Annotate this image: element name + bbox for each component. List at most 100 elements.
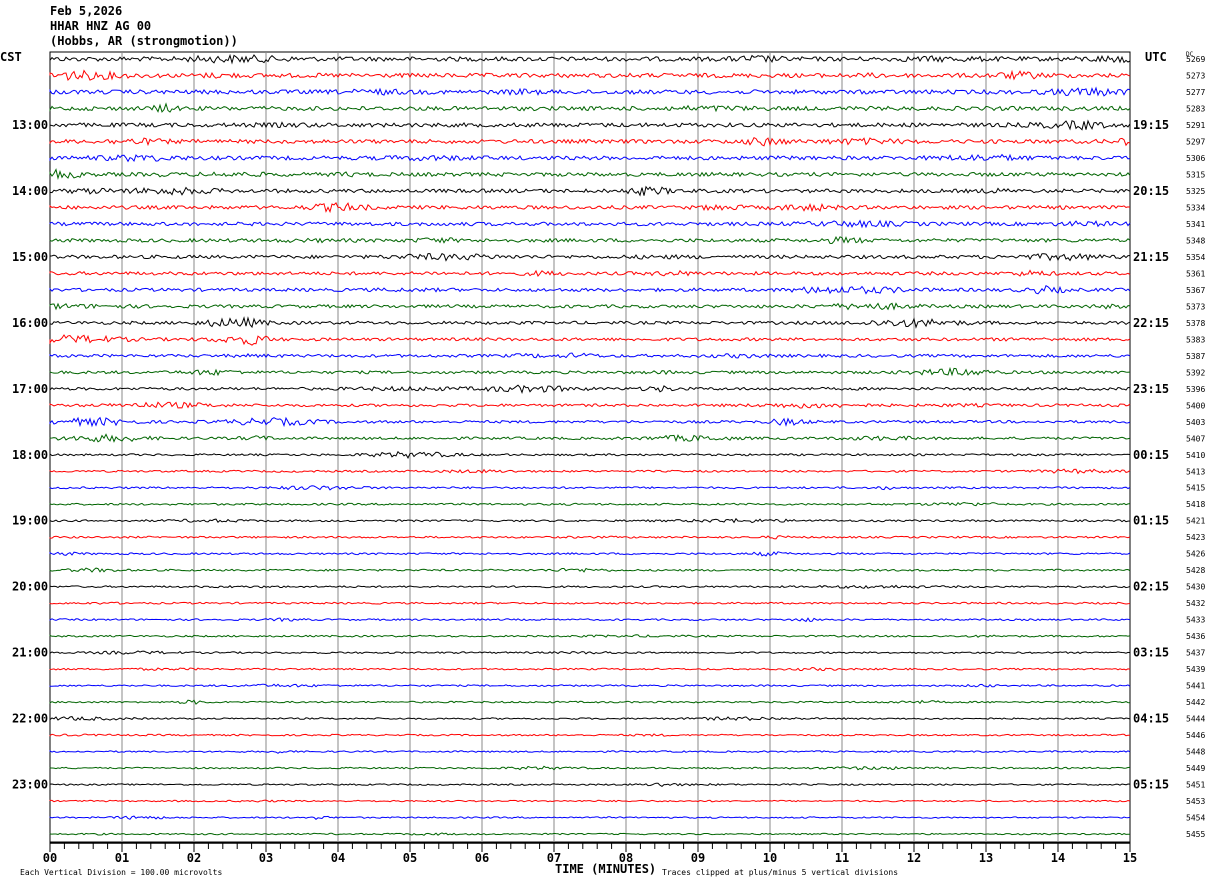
dc-offset-label: 5444 (1186, 715, 1205, 724)
trace-line (49, 352, 1131, 359)
x-tick-label: 09 (691, 851, 705, 865)
x-tick-label: 03 (259, 851, 273, 865)
dc-offset-label: 5418 (1186, 500, 1205, 509)
utc-hour-label: 03:15 (1133, 646, 1169, 660)
utc-hour-label: 21:15 (1133, 250, 1169, 264)
trace-line (49, 384, 1131, 395)
dc-offset-label: 5378 (1186, 319, 1205, 328)
trace-line (49, 716, 1131, 722)
trace-line (49, 683, 1131, 688)
dc-offset-label: 5423 (1186, 533, 1205, 542)
dc-offset-label: 5367 (1186, 286, 1205, 295)
dc-offset-label: 5400 (1186, 401, 1205, 410)
trace-line (49, 567, 1131, 573)
cst-hour-label: 14:00 (12, 184, 48, 198)
trace-line (49, 416, 1131, 428)
trace-line (49, 119, 1131, 131)
trace-line (49, 334, 1131, 346)
trace-line (49, 799, 1131, 803)
dc-label: DC (1186, 51, 1194, 58)
trace-line (49, 832, 1130, 836)
dc-offset-label: 5441 (1186, 682, 1205, 691)
trace-line (49, 749, 1131, 754)
trace-line (49, 733, 1130, 737)
dc-offset-label: 5273 (1186, 71, 1205, 80)
dc-offset-label: 5407 (1186, 434, 1205, 443)
dc-offset-label: 5387 (1186, 352, 1205, 361)
cst-hour-label: 19:00 (12, 514, 48, 528)
utc-hour-label: 01:15 (1133, 514, 1169, 528)
dc-offset-label: 5436 (1186, 632, 1205, 641)
trace-line (49, 617, 1131, 623)
x-tick-label: 15 (1123, 851, 1137, 865)
trace-line (49, 433, 1131, 443)
dc-offset-label: 5325 (1186, 187, 1205, 196)
trace-line (49, 69, 1131, 82)
dc-offset-label: 5415 (1186, 484, 1205, 493)
cst-hour-label: 16:00 (12, 316, 48, 330)
dc-offset-label: 5348 (1186, 236, 1205, 245)
dc-offset-label: 5383 (1186, 335, 1205, 344)
trace-line (49, 269, 1131, 277)
trace-line (49, 601, 1131, 605)
trace-line (49, 765, 1131, 771)
cst-hour-label: 18:00 (12, 448, 48, 462)
cst-label: CST (0, 50, 22, 64)
cst-hour-label: 17:00 (12, 382, 48, 396)
trace-line (49, 252, 1130, 262)
dc-offset-label: 5432 (1186, 599, 1205, 608)
seismogram-svg: 00 01 02 03 04 05 06 07 08 09 10 11 12 13 14 1552695273… (0, 50, 1205, 877)
dc-offset-label: 5277 (1186, 88, 1205, 97)
trace-line (49, 468, 1131, 475)
dc-offset-label: 5442 (1186, 698, 1205, 707)
dc-offset-label: 5426 (1186, 550, 1205, 559)
dc-offset-label: 5410 (1186, 451, 1205, 460)
trace-line (49, 501, 1131, 507)
x-tick-label: 06 (475, 851, 489, 865)
dc-offset-label: 5334 (1186, 203, 1205, 212)
dc-offset-label: 5437 (1186, 649, 1205, 658)
dc-offset-label: 5449 (1186, 764, 1205, 773)
dc-offset-label: 5373 (1186, 302, 1205, 311)
trace-line (49, 202, 1131, 214)
plot-frame (49, 51, 1131, 843)
trace-line (49, 584, 1131, 589)
dc-offset-label: 5315 (1186, 170, 1205, 179)
trace-line (49, 153, 1131, 163)
utc-hour-label: 05:15 (1133, 778, 1169, 792)
dc-offset-label: 5454 (1186, 814, 1205, 823)
scale-note: Each Vertical Division = 100.00 microvol… (20, 868, 222, 877)
dc-offset-label: 5396 (1186, 385, 1205, 394)
x-axis-title: TIME (MINUTES) (555, 862, 656, 876)
trace-line (49, 535, 1131, 540)
dc-offset-label: 5448 (1186, 748, 1205, 757)
cst-hour-label: 20:00 (12, 580, 48, 594)
cst-hour-label: 23:00 (12, 778, 48, 792)
x-tick-label: 11 (835, 851, 849, 865)
trace-line (49, 815, 1131, 820)
trace-line (49, 551, 1131, 557)
utc-hour-label: 04:15 (1133, 712, 1169, 726)
dc-offset-label: 5354 (1186, 253, 1205, 262)
trace-line (49, 86, 1131, 97)
dc-offset-label: 5421 (1186, 517, 1205, 526)
utc-hour-label: 20:15 (1133, 184, 1169, 198)
dc-offset-label: 5283 (1186, 104, 1205, 113)
trace-line (49, 366, 1131, 377)
dc-offset-label: 5403 (1186, 418, 1205, 427)
trace-line (49, 185, 1131, 197)
trace-line (49, 666, 1131, 672)
dc-offset-label: 5291 (1186, 121, 1205, 130)
dc-offset-label: 5455 (1186, 830, 1205, 839)
cst-hour-label: 21:00 (12, 646, 48, 660)
trace-line (49, 137, 1131, 147)
trace-line (49, 102, 1131, 113)
trace-line (49, 699, 1131, 705)
dc-offset-label: 5451 (1186, 781, 1205, 790)
dc-offset-label: 5341 (1186, 220, 1205, 229)
dc-offset-label: 5428 (1186, 566, 1205, 575)
utc-hour-label: 02:15 (1133, 580, 1169, 594)
helicorder-plot: Feb 5,2026 HHAR HNZ AG 00 (Hobbs, AR (st… (0, 0, 1210, 886)
dc-offset-label: 5430 (1186, 583, 1205, 592)
x-tick-label: 00 (43, 851, 57, 865)
